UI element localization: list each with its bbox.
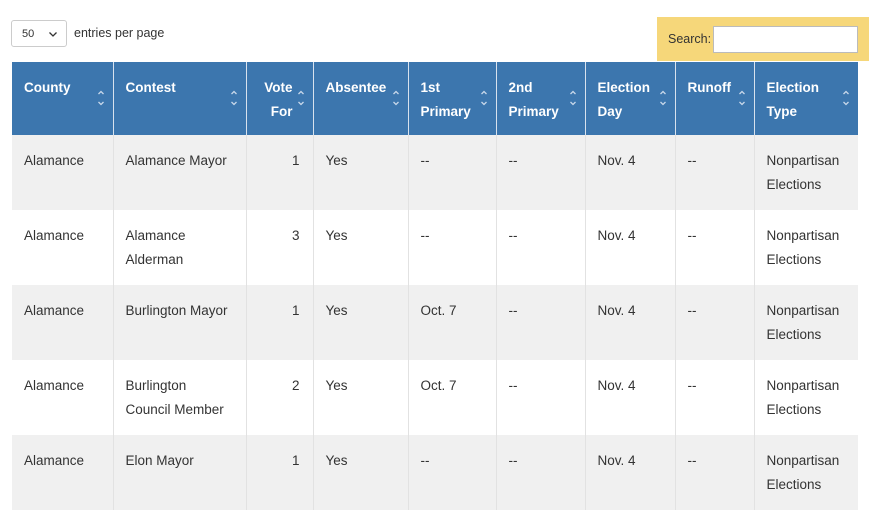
cell-absentee: Yes [313,360,409,435]
column-header-label: 2nd Primary [508,80,559,119]
cell-first-primary: -- [408,210,497,285]
cell-county: Alamance [12,285,114,360]
column-header-vote-for[interactable]: Vote For [246,62,314,135]
page-length-label: entries per page [74,26,165,40]
cell-second-primary: -- [496,135,586,210]
sort-arrows-icon [659,90,666,106]
cell-first-primary: Oct. 7 [408,360,497,435]
search-container: Search: [657,17,869,61]
column-header-label: Election Day [597,80,651,119]
cell-second-primary: -- [496,360,586,435]
column-header-label: 1st Primary [420,80,471,119]
table-body: Alamance Alamance Mayor 1 Yes -- -- Nov. 4 -- No… [12,135,858,510]
search-label: Search: [668,32,712,46]
cell-election-type: Nonpartisan Elections [754,285,858,360]
contests-table: County Contest Vote For Absentee 1st Primary… [12,62,858,510]
cell-vote-for: 2 [246,360,314,435]
table-row: Alamance Alamance Alderman 3 Yes -- -- Nov. 4-… [12,210,858,285]
table-row: Alamance Burlington Council Member 2 Yes Oct… [12,360,858,435]
sort-arrows-icon [569,90,576,106]
cell-absentee: Yes [313,210,409,285]
cell-election-day: Nov. 4 [585,285,676,360]
table-controls: 50 entries per page Search: [0,0,877,62]
column-header-label: Absentee [325,80,387,95]
column-header-second-primary[interactable]: 2nd Primary [496,62,586,135]
cell-runoff: -- [675,210,755,285]
cell-vote-for: 1 [246,285,314,360]
cell-runoff: -- [675,285,755,360]
column-header-label: Vote For [264,80,293,119]
cell-vote-for: 1 [246,435,314,510]
sort-arrows-icon [738,90,745,106]
column-header-label: County [24,80,71,95]
sort-arrows-icon [843,90,849,106]
cell-second-primary: -- [496,435,586,510]
cell-second-primary: -- [496,285,586,360]
column-header-contest[interactable]: Contest [113,62,247,135]
cell-contest: Burlington Mayor [113,285,247,360]
cell-first-primary: -- [408,135,497,210]
cell-election-day: Nov. 4 [585,135,676,210]
column-header-election-type[interactable]: Election Type [754,62,858,135]
cell-contest: Alamance Mayor [113,135,247,210]
cell-election-day: Nov. 4 [585,360,676,435]
header-row: County Contest Vote For Absentee 1st Primary… [12,62,858,135]
column-header-absentee[interactable]: Absentee [313,62,409,135]
sort-arrows-icon [392,90,399,106]
page-length-select[interactable]: 50 [11,20,67,47]
cell-election-type: Nonpartisan Elections [754,360,858,435]
table-row: Alamance Elon Mayor 1 Yes -- -- Nov. 4 -- Nonpar… [12,435,858,510]
cell-contest: Elon Mayor [113,435,247,510]
column-header-first-primary[interactable]: 1st Primary [408,62,497,135]
column-header-label: Contest [125,80,176,95]
cell-contest: Alamance Alderman [113,210,247,285]
cell-absentee: Yes [313,285,409,360]
sort-arrows-icon [297,90,304,106]
column-header-county[interactable]: County [12,62,114,135]
table-row: Alamance Alamance Mayor 1 Yes -- -- Nov. 4 -- No… [12,135,858,210]
cell-runoff: -- [675,435,755,510]
cell-election-day: Nov. 4 [585,435,676,510]
cell-vote-for: 1 [246,135,314,210]
cell-first-primary: Oct. 7 [408,285,497,360]
sort-arrows-icon [480,90,487,106]
table-row: Alamance Burlington Mayor 1 Yes Oct. 7 -- Nov.… [12,285,858,360]
cell-election-day: Nov. 4 [585,210,676,285]
column-header-runoff[interactable]: Runoff [675,62,755,135]
page-length-value: 50 [22,27,35,40]
cell-election-type: Nonpartisan Elections [754,210,858,285]
column-header-label: Election Type [766,80,820,119]
cell-county: Alamance [12,210,114,285]
cell-runoff: -- [675,135,755,210]
column-header-election-day[interactable]: Election Day [585,62,676,135]
cell-county: Alamance [12,360,114,435]
cell-absentee: Yes [313,135,409,210]
cell-county: Alamance [12,135,114,210]
cell-vote-for: 3 [246,210,314,285]
chevron-down-icon [49,31,57,37]
cell-runoff: -- [675,360,755,435]
cell-election-type: Nonpartisan Elections [754,135,858,210]
sort-arrows-icon [230,90,237,106]
column-header-label: Runoff [687,80,731,95]
search-input[interactable] [713,26,858,53]
cell-absentee: Yes [313,435,409,510]
cell-second-primary: -- [496,210,586,285]
sort-arrows-icon [97,90,104,106]
cell-first-primary: -- [408,435,497,510]
cell-county: Alamance [12,435,114,510]
cell-election-type: Nonpartisan Elections [754,435,858,510]
cell-contest: Burlington Council Member [113,360,247,435]
